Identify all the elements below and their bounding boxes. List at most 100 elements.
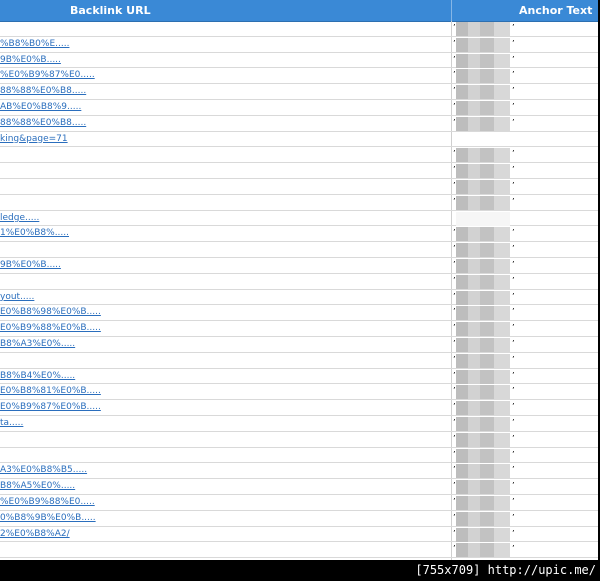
anchor-text-redacted xyxy=(456,85,510,100)
anchor-text-redacted xyxy=(456,211,510,226)
table-row: 9B%E0%B..... ’ ’ xyxy=(0,53,598,69)
backlink-url-link[interactable]: king&page=71 xyxy=(0,132,68,146)
backlink-url-link[interactable]: E0%B8%81%E0%B..... xyxy=(0,384,101,398)
anchor-text-redacted xyxy=(456,290,510,305)
quote-mark-icon: ’ xyxy=(512,228,515,238)
anchor-text-redacted xyxy=(456,448,510,463)
quote-mark-icon: ’ xyxy=(512,180,515,190)
backlink-url-link[interactable]: %B8%B0%E..... xyxy=(0,37,69,51)
table-row: ’’ xyxy=(0,147,598,164)
quote-mark-icon: ’ xyxy=(453,433,456,443)
table-row: ’’ xyxy=(0,542,598,559)
backlink-url-link[interactable]: B8%A5%E0%..... xyxy=(0,479,75,493)
quote-mark-icon: ’ xyxy=(453,449,456,459)
backlink-url-link[interactable]: 88%88%E0%B8..... xyxy=(0,116,86,130)
quote-mark-icon: ’ xyxy=(512,528,515,538)
table-row: ledge..... xyxy=(0,211,598,227)
backlink-url-link[interactable]: E0%B9%87%E0%B..... xyxy=(0,400,101,414)
quote-mark-icon: ’ xyxy=(453,402,456,412)
quote-mark-icon: ’ xyxy=(453,54,456,64)
quote-mark-icon: ’ xyxy=(453,465,456,475)
quote-mark-icon: ’ xyxy=(512,402,515,412)
quote-mark-icon: ’ xyxy=(453,370,456,380)
quote-mark-icon: ’ xyxy=(512,275,515,285)
quote-mark-icon: ’ xyxy=(453,228,456,238)
backlink-url-link[interactable]: 9B%E0%B..... xyxy=(0,53,61,67)
quote-mark-icon: ’ xyxy=(453,544,456,554)
quote-mark-icon: ’ xyxy=(453,117,456,127)
backlink-url-link[interactable]: 1%E0%B8%..... xyxy=(0,226,69,240)
quote-mark-icon: ’ xyxy=(512,544,515,554)
backlink-url-link[interactable]: ta..... xyxy=(0,416,23,430)
table-row: E0%B8%81%E0%B..... ’ ’ xyxy=(0,384,598,401)
quote-mark-icon: ’ xyxy=(453,86,456,96)
table-row: E0%B8%98%E0%B..... ’ ’ xyxy=(0,305,598,322)
anchor-text-redacted xyxy=(456,353,510,368)
backlink-url-link[interactable]: E0%B8%98%E0%B..... xyxy=(0,305,101,319)
quote-mark-icon: ’ xyxy=(512,449,515,459)
table-row: E0%B9%88%E0%B..... ’ ’ xyxy=(0,321,598,337)
quote-mark-icon: ’ xyxy=(512,417,515,427)
anchor-text-redacted xyxy=(456,527,510,542)
backlink-url-link[interactable]: AB%E0%B8%9..... xyxy=(0,100,81,114)
table-row: ’’ xyxy=(0,179,598,195)
table-row: 0%B8%9B%E0%B..... ’ ’ xyxy=(0,511,598,527)
anchor-text-redacted xyxy=(456,543,510,558)
backlink-url-link[interactable]: 88%88%E0%B8..... xyxy=(0,84,86,98)
table-row: ’’ xyxy=(0,448,598,464)
anchor-text-redacted xyxy=(456,480,510,495)
column-header-backlink-url[interactable]: Backlink URL xyxy=(70,0,151,21)
quote-mark-icon: ’ xyxy=(512,86,515,96)
quote-mark-icon: ’ xyxy=(512,165,515,175)
quote-mark-icon: ’ xyxy=(512,465,515,475)
backlink-url-link[interactable]: %E0%B9%87%E0..... xyxy=(0,68,95,82)
footer-caption: [755x709] http://upic.me/ xyxy=(415,563,596,577)
backlink-url-link[interactable]: 0%B8%9B%E0%B..... xyxy=(0,511,96,525)
table-row: ’’ xyxy=(0,242,598,258)
anchor-text-redacted xyxy=(456,37,510,52)
table-row: %B8%B0%E..... ’ ’ xyxy=(0,37,598,53)
quote-mark-icon: ’ xyxy=(512,149,515,159)
backlink-url-link[interactable]: 2%E0%B8%A2/ xyxy=(0,527,70,541)
table-row: ’’ xyxy=(0,21,598,37)
anchor-text-redacted xyxy=(456,495,510,510)
backlink-url-link[interactable]: yout..... xyxy=(0,290,34,304)
anchor-text-redacted xyxy=(456,369,510,384)
anchor-text-redacted xyxy=(456,274,510,289)
anchor-text-redacted xyxy=(456,243,510,258)
table-row: ta..... ’ ’ xyxy=(0,416,598,432)
quote-mark-icon: ’ xyxy=(512,338,515,348)
quote-mark-icon: ’ xyxy=(512,244,515,254)
table-row: AB%E0%B8%9..... ’ ’ xyxy=(0,100,598,116)
quote-mark-icon: ’ xyxy=(512,433,515,443)
backlink-url-link[interactable]: 9B%E0%B..... xyxy=(0,258,61,272)
quote-mark-icon: ’ xyxy=(453,528,456,538)
anchor-text-redacted xyxy=(456,385,510,400)
anchor-text-redacted xyxy=(456,116,510,131)
quote-mark-icon: ’ xyxy=(453,291,456,301)
column-header-anchor-text[interactable]: Anchor Text xyxy=(519,0,592,21)
table-row: A3%E0%B8%B5..... ’ ’ xyxy=(0,463,598,480)
backlink-url-link[interactable]: A3%E0%B8%B5..... xyxy=(0,463,87,477)
anchor-text-redacted xyxy=(456,432,510,447)
table-row: yout..... ’ ’ xyxy=(0,290,598,306)
table-row: ’’ xyxy=(0,195,598,211)
quote-mark-icon: ’ xyxy=(512,196,515,206)
quote-mark-icon: ’ xyxy=(453,386,456,396)
backlink-url-link[interactable]: %E0%B9%88%E0..... xyxy=(0,495,95,509)
backlink-url-link[interactable]: B8%A3%E0%..... xyxy=(0,337,75,351)
anchor-text-redacted xyxy=(456,69,510,84)
table-row: ’’ xyxy=(0,353,598,369)
backlink-url-link[interactable]: E0%B9%88%E0%B..... xyxy=(0,321,101,335)
backlink-url-link[interactable]: B8%B4%E0%..... xyxy=(0,369,75,383)
quote-mark-icon: ’ xyxy=(512,259,515,269)
table-row: 9B%E0%B..... ’ ’ xyxy=(0,258,598,274)
anchor-text-redacted xyxy=(456,148,510,163)
anchor-text-redacted xyxy=(456,227,510,242)
table-row: king&page=71 xyxy=(0,132,598,148)
quote-mark-icon: ’ xyxy=(512,512,515,522)
table-row: ’’ xyxy=(0,163,598,179)
backlink-url-link[interactable]: ledge..... xyxy=(0,211,39,225)
quote-mark-icon: ’ xyxy=(512,117,515,127)
backlinks-panel: Backlink URL Anchor Text ’’ %B8%B0%E.....… xyxy=(0,0,600,560)
